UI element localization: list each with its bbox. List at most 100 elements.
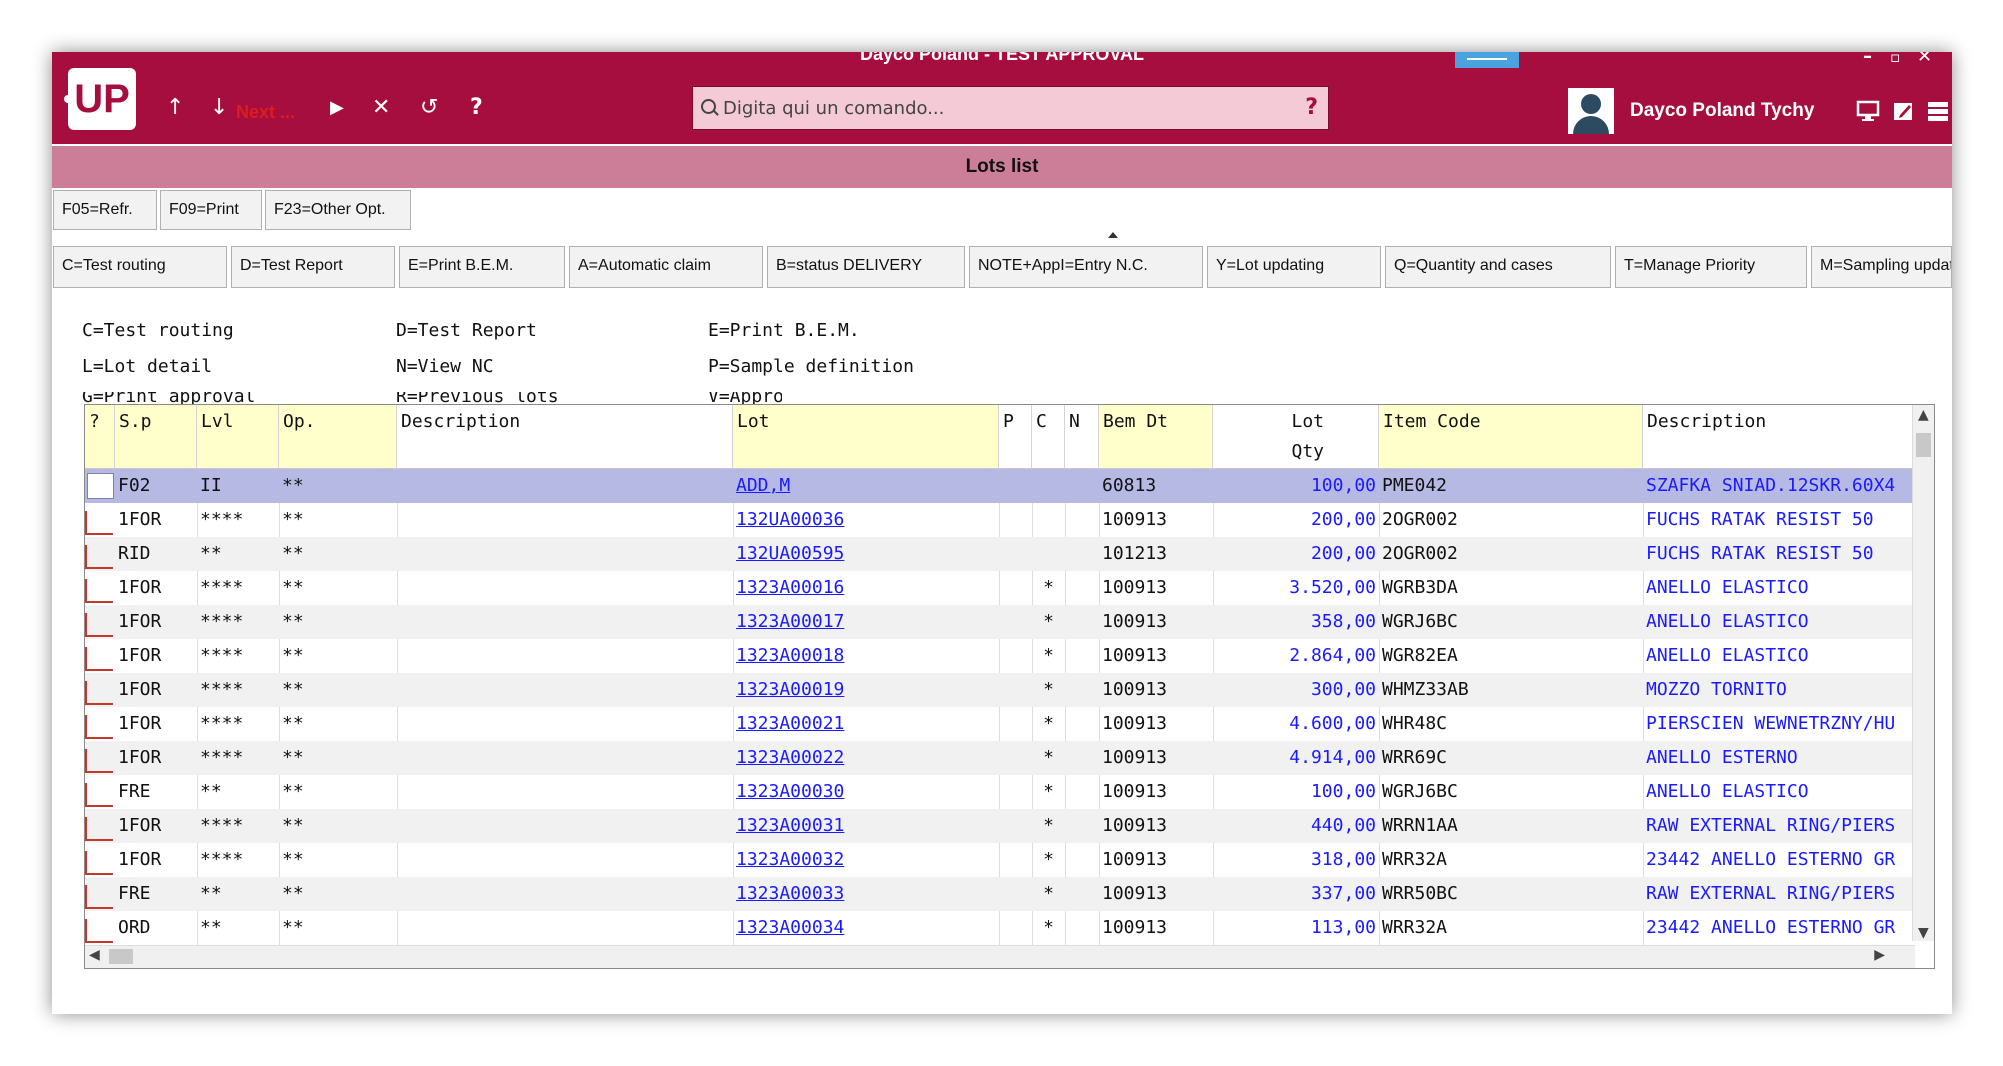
lot-link[interactable]: 1323A00033 [736,877,918,911]
row-select-marker[interactable] [85,817,113,841]
user-avatar-icon[interactable] [1568,88,1614,134]
lot-link[interactable]: 1323A00019 [736,673,918,707]
row-select-marker[interactable] [85,579,113,603]
table-row[interactable]: FRE ** ** 1323A00033 * 100913 337,00 WRR50BC RAW… [85,877,1915,911]
cell-lot[interactable]: 1323A00033 [733,877,999,911]
row-select-marker[interactable] [85,681,113,705]
close-window-icon[interactable]: ✕ [1917,52,1932,67]
row-select-field[interactable] [87,473,114,499]
row-select-marker[interactable] [85,783,113,807]
col-header-item-code[interactable]: Item Code [1379,405,1643,469]
lot-link[interactable]: 1323A00022 [736,741,918,775]
lot-link[interactable]: ADD,M [736,469,918,503]
cancel-icon[interactable]: ✕ [372,96,390,120]
undo-icon[interactable]: ↺ [420,96,438,120]
lot-link[interactable]: 132UA00036 [736,503,918,537]
option-quantity-cases[interactable]: Q=Quantity and cases [1385,246,1611,288]
edit-icon[interactable] [1892,100,1916,122]
menu-icon[interactable] [1926,100,1950,122]
minimize-icon[interactable]: – [1863,52,1872,67]
option-test-report[interactable]: D=Test Report [231,246,395,288]
table-row[interactable]: 1FOR **** ** 1323A00022 * 100913 4.914,00 WRR69… [85,741,1915,775]
table-row[interactable]: RID ** ** 132UA00595 101213 200,00 2OGR002 FUCH… [85,537,1915,571]
lot-link[interactable]: 132UA00595 [736,537,918,571]
vertical-scroll-thumb[interactable] [1916,433,1931,457]
option-entry-nc[interactable]: NOTE+AppI=Entry N.C. [969,246,1203,288]
lot-link[interactable]: 1323A00032 [736,843,918,877]
row-select-marker[interactable] [85,749,113,773]
lot-link[interactable]: 1323A00031 [736,809,918,843]
table-row[interactable]: 1FOR **** ** 1323A00031 * 100913 440,00 WRRN1AA… [85,809,1915,843]
col-header-sp[interactable]: S.p [115,405,197,469]
col-header-op[interactable]: Op. [279,405,397,469]
cell-lot[interactable]: 1323A00032 [733,843,999,877]
lot-link[interactable]: 1323A00017 [736,605,918,639]
lot-link[interactable]: 1323A00018 [736,639,918,673]
col-header-lot-qty[interactable]: Lot Qty [1213,405,1379,469]
row-select-marker[interactable] [85,919,113,943]
col-header-description[interactable]: Description [397,405,733,469]
lot-link[interactable]: 1323A00030 [736,775,918,809]
table-row[interactable]: FRE ** ** 1323A00030 * 100913 100,00 WGRJ6BC ANE… [85,775,1915,809]
cell-lot[interactable]: 1323A00019 [733,673,999,707]
cell-lot[interactable]: 1323A00021 [733,707,999,741]
vertical-scrollbar[interactable]: ▲ ▼ [1912,405,1934,941]
cell-lot[interactable]: ADD,M [733,469,999,503]
play-icon[interactable]: ▶ [330,96,344,120]
table-row[interactable]: F02 II ** ADD,M 60813 100,00 PME042 SZAFKA SNIA… [85,469,1915,503]
row-select-marker[interactable] [85,851,113,875]
table-row[interactable]: 1FOR **** ** 1323A00032 * 100913 318,00 WRR32A 2… [85,843,1915,877]
table-row[interactable]: 1FOR **** ** 1323A00021 * 100913 4.600,00 WHR48… [85,707,1915,741]
col-header-lot[interactable]: Lot [733,405,999,469]
table-row[interactable]: 1FOR **** ** 1323A00019 * 100913 300,00 WHMZ33A… [85,673,1915,707]
table-row[interactable]: 1FOR **** ** 1323A00017 * 100913 358,00 WGRJ6BC… [85,605,1915,639]
option-automatic-claim[interactable]: A=Automatic claim [569,246,763,288]
print-button[interactable]: F09=Print [160,190,262,230]
col-header-n[interactable]: N [1065,405,1099,469]
cell-lot[interactable]: 1323A00017 [733,605,999,639]
arrow-up-icon[interactable]: ↑ [166,96,184,120]
other-options-button[interactable]: F23=Other Opt. [265,190,411,230]
cell-lot[interactable]: 1323A00031 [733,809,999,843]
arrow-down-icon[interactable]: ↓ [210,96,228,120]
option-status-delivery[interactable]: B=status DELIVERY [767,246,965,288]
table-row[interactable]: 1FOR **** ** 1323A00018 * 100913 2.864,00 WGR82… [85,639,1915,673]
cell-lot[interactable]: 1323A00016 [733,571,999,605]
option-print-bem[interactable]: E=Print B.E.M. [399,246,565,288]
scroll-left-icon[interactable]: ◀ [89,947,100,963]
table-row[interactable]: 1FOR **** ** 132UA00036 100913 200,00 2OGR002 F… [85,503,1915,537]
monitor-icon[interactable] [1856,100,1880,122]
command-bar[interactable]: ? [692,86,1329,130]
cell-lot[interactable]: 1323A00030 [733,775,999,809]
cell-lot[interactable]: 1323A00034 [733,911,999,945]
option-test-routing[interactable]: C=Test routing [53,246,227,288]
option-lot-updating[interactable]: Y=Lot updating [1207,246,1381,288]
option-manage-priority[interactable]: T=Manage Priority [1615,246,1807,288]
col-header-p[interactable]: P [999,405,1032,469]
cell-lot[interactable]: 1323A00018 [733,639,999,673]
col-header-bem-dt[interactable]: Bem Dt [1099,405,1213,469]
row-select-marker[interactable] [85,715,113,739]
row-select-marker[interactable] [85,885,113,909]
collapse-caret-icon[interactable] [1108,232,1118,238]
row-select-marker[interactable] [85,545,113,569]
table-row[interactable]: ORD ** ** 1323A00034 * 100913 113,00 WRR32A 2344… [85,911,1915,945]
col-header-description-2[interactable]: Description [1643,405,1915,469]
lot-link[interactable]: 1323A00016 [736,571,918,605]
horizontal-scroll-thumb[interactable] [109,949,133,964]
command-help-icon[interactable]: ? [1305,95,1318,120]
refresh-button[interactable]: F05=Refr. [53,190,157,230]
next-label[interactable]: Next ... [236,102,295,123]
scroll-down-icon[interactable]: ▼ [1918,925,1929,941]
user-name[interactable]: Dayco Poland Tychy [1630,100,1814,122]
help-icon[interactable]: ? [470,96,483,120]
table-row[interactable]: 1FOR **** ** 1323A00016 * 100913 3.520,00 WGRB3… [85,571,1915,605]
option-sampling-updating[interactable]: M=Sampling updati [1811,246,1952,288]
scroll-up-icon[interactable]: ▲ [1918,407,1929,423]
horizontal-scrollbar[interactable]: ◀ ▶ [85,945,1915,968]
lot-link[interactable]: 1323A00034 [736,911,918,945]
row-select-marker[interactable] [85,511,113,535]
cell-lot[interactable]: 132UA00036 [733,503,999,537]
col-header-c[interactable]: C [1032,405,1065,469]
row-select-marker[interactable] [85,613,113,637]
